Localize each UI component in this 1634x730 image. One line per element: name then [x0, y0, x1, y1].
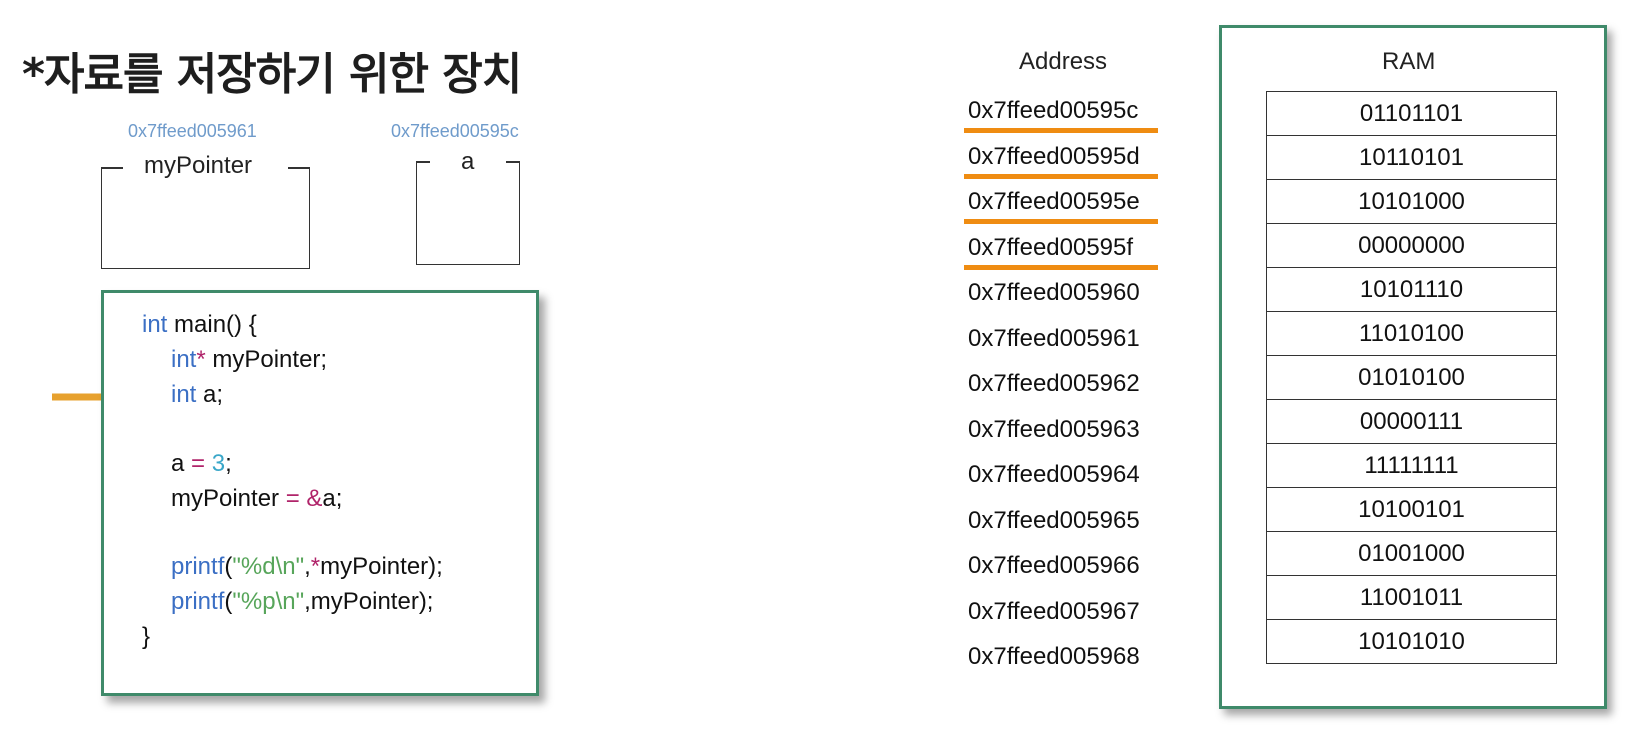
- ram-cell: 00000000: [1267, 224, 1556, 268]
- ram-cell: 11001011: [1267, 576, 1556, 620]
- address-label: 0x7ffeed005961: [968, 324, 1140, 352]
- code-line-3: int a;: [171, 381, 224, 408]
- ram-cell: 01001000: [1267, 532, 1556, 576]
- address-label: 0x7ffeed005963: [968, 415, 1140, 443]
- address-label: 0x7ffeed005962: [968, 370, 1140, 397]
- address-column-header: Address: [1019, 48, 1108, 75]
- ram-cell: 10110101: [1267, 136, 1556, 180]
- address-label: 0x7ffeed00595e: [968, 188, 1140, 215]
- ram-cell: 10101010: [1267, 620, 1556, 664]
- mypointer-variable-box: myPointer: [101, 152, 310, 269]
- address-highlight-underline: [964, 219, 1158, 224]
- mypointer-address-label: 0x7ffeed005961: [128, 121, 257, 141]
- ram-cell: 10101000: [1267, 180, 1556, 224]
- ram-cell: 01010100: [1267, 356, 1556, 400]
- address-label: 0x7ffeed005967: [968, 597, 1140, 625]
- address-label: 0x7ffeed00595c: [968, 97, 1139, 124]
- a-address-label: 0x7ffeed00595c: [391, 121, 519, 141]
- code-line-6: printf("%d\n",*myPointer);: [171, 553, 443, 580]
- address-highlight-underline: [964, 264, 1158, 270]
- ram-cell: 11111111: [1267, 444, 1556, 488]
- slide-title: *자료를 저장하기 위한 장치: [22, 49, 522, 100]
- code-line-2: int* myPointer;: [171, 346, 328, 373]
- ram-cell: 10101110: [1267, 268, 1556, 312]
- ram-cell: 00000111: [1267, 400, 1556, 444]
- address-label: 0x7ffeed00595d: [968, 142, 1140, 170]
- code-box: int main() { int* myPointer; int a; a = …: [101, 290, 539, 696]
- code-line-7: printf("%p\n",myPointer);: [171, 588, 434, 615]
- ram-cell: 11010100: [1267, 312, 1556, 356]
- a-variable-label: a: [461, 148, 475, 175]
- ram-column-header: RAM: [1382, 48, 1436, 75]
- address-label: 0x7ffeed005965: [968, 506, 1140, 534]
- address-highlight-underline: [964, 128, 1158, 133]
- address-label: 0x7ffeed005964: [968, 461, 1140, 488]
- ram-cell: 10100101: [1267, 488, 1556, 532]
- a-variable-box: a: [416, 148, 520, 265]
- address-label: 0x7ffeed005966: [968, 552, 1140, 579]
- address-highlight-underline: [964, 173, 1158, 179]
- address-label: 0x7ffeed00595f: [968, 233, 1134, 261]
- mypointer-variable-label: myPointer: [144, 152, 253, 179]
- address-label: 0x7ffeed005968: [968, 643, 1140, 670]
- code-line-8: }: [142, 623, 151, 650]
- code-line-1: int main() {: [142, 311, 257, 338]
- ram-table: 01101101 10110101 10101000 00000000 10101110…: [1266, 91, 1557, 664]
- code-line-5: myPointer = &a;: [171, 485, 343, 512]
- address-label: 0x7ffeed005960: [968, 279, 1140, 306]
- code-line-4: a = 3;: [171, 450, 232, 477]
- ram-cell: 01101101: [1267, 92, 1556, 136]
